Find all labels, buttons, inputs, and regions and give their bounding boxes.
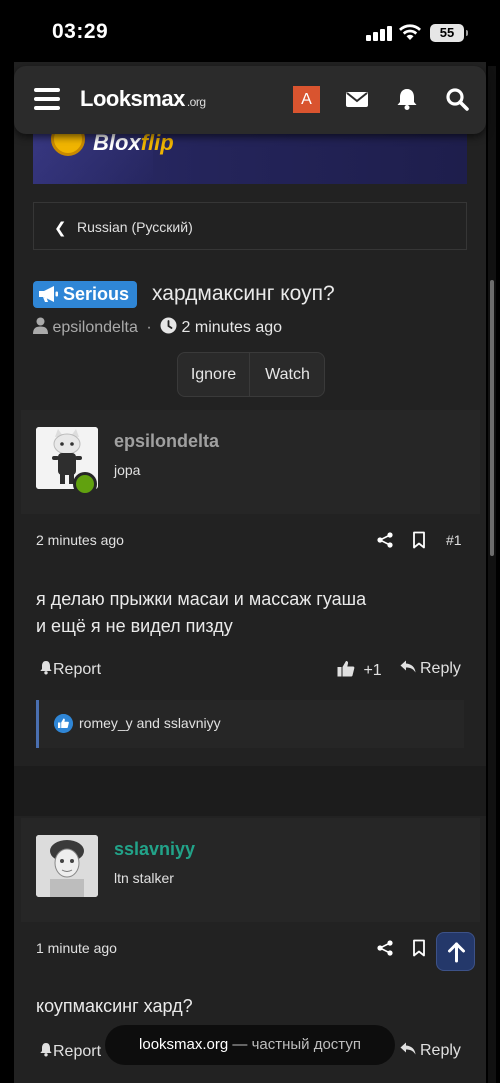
like-reaction-icon	[54, 714, 73, 733]
bell-icon	[40, 661, 52, 675]
top-navbar: Looksmax .org A	[14, 66, 486, 134]
post-body-line: и ещё я не видел пизду	[36, 616, 233, 636]
report-button[interactable]: Report	[39, 660, 101, 679]
account-avatar[interactable]: A	[293, 86, 320, 113]
logo-text: Looksmax	[80, 86, 185, 111]
scroll-to-top-button[interactable]	[436, 932, 475, 971]
thumbs-up-icon	[337, 661, 355, 677]
reactions-bar[interactable]: romey_y and sslavniyy	[36, 700, 464, 748]
bell-icon[interactable]	[394, 86, 420, 112]
logo-suffix: .org	[186, 95, 206, 109]
share-icon[interactable]	[377, 532, 393, 548]
battery-icon: 55	[430, 24, 468, 42]
menu-icon[interactable]	[34, 88, 60, 110]
reply-button[interactable]: Reply	[400, 660, 461, 678]
meta-separator: ·	[146, 319, 152, 336]
avatar[interactable]	[36, 835, 98, 897]
toast-site: looksmax.org	[139, 1036, 229, 1053]
post-username[interactable]: epsilondelta	[114, 431, 219, 452]
toast-message: — частный доступ	[232, 1036, 361, 1053]
page-title: хардмаксинг коуп?	[152, 282, 335, 305]
like-button[interactable]: +1	[337, 660, 382, 680]
post-username[interactable]: sslavniyy	[114, 839, 195, 860]
post-body-line: коупмаксинг хард?	[36, 996, 193, 1016]
arrow-up-icon	[448, 942, 465, 963]
site-toast: looksmax.org — частный доступ	[105, 1025, 395, 1065]
post-number[interactable]: #1	[446, 532, 462, 548]
wifi-icon	[399, 24, 421, 40]
user-icon	[33, 317, 48, 334]
prefix-label: Serious	[63, 284, 130, 304]
reply-label: Reply	[420, 1042, 461, 1059]
thread-action-buttons: Ignore Watch	[177, 352, 325, 397]
post-user-title: ltn stalker	[114, 870, 174, 886]
breadcrumb[interactable]: ❮ Russian (Русский)	[33, 202, 467, 250]
envelope-icon[interactable]	[344, 86, 370, 112]
bell-icon	[40, 1043, 52, 1057]
watch-button[interactable]: Watch	[250, 353, 324, 396]
post-time[interactable]: 2 minutes ago	[36, 532, 124, 548]
post-user-title: jopa	[114, 462, 141, 478]
report-label: Report	[53, 661, 102, 678]
reply-button[interactable]: Reply	[400, 1042, 461, 1060]
like-count: +1	[363, 662, 382, 679]
report-button[interactable]: Report	[39, 1042, 101, 1061]
site-logo[interactable]: Looksmax .org	[80, 86, 206, 112]
ignore-button[interactable]: Ignore	[178, 353, 250, 396]
online-status-indicator	[73, 472, 97, 496]
thread-meta: epsilondelta · 2 minutes ago	[33, 317, 282, 339]
ad-banner[interactable]: Bloxflip	[33, 134, 467, 184]
post-time[interactable]: 1 minute ago	[36, 940, 117, 956]
breadcrumb-label: Russian (Русский)	[77, 219, 193, 235]
megaphone-icon	[39, 286, 58, 302]
status-time: 03:29	[52, 20, 109, 43]
bookmark-icon[interactable]	[412, 939, 426, 957]
bookmark-icon[interactable]	[412, 531, 426, 549]
report-label: Report	[53, 1043, 102, 1060]
post-body: я делаю прыжки масаи и массаж гуаша и ещ…	[36, 586, 366, 640]
reply-icon	[400, 660, 416, 673]
thread-title-row: Serious хардмаксинг коуп?	[33, 281, 473, 311]
share-icon[interactable]	[377, 940, 393, 956]
reactions-users: romey_y and sslavniyy	[79, 715, 221, 731]
search-icon[interactable]	[444, 86, 470, 112]
reply-icon	[400, 1042, 416, 1055]
post-body: коупмаксинг хард?	[36, 993, 193, 1020]
clock-icon	[160, 317, 177, 334]
post-1: epsilondelta jopa 2 minutes ago #1 я дел…	[21, 410, 480, 766]
scrollbar-track[interactable]	[488, 66, 496, 1083]
user-photo-avatar	[36, 835, 98, 897]
thread-time[interactable]: 2 minutes ago	[182, 319, 283, 336]
banner-brand: Bloxflip	[93, 134, 174, 155]
status-bar: 03:29 55	[0, 0, 500, 66]
thread-author[interactable]: epsilondelta	[52, 319, 137, 336]
cellular-signal-icon	[366, 25, 392, 41]
post-separator	[14, 766, 486, 816]
scrollbar-thumb[interactable]	[490, 280, 494, 556]
post-body-line: я делаю прыжки масаи и массаж гуаша	[36, 589, 367, 609]
reply-label: Reply	[420, 660, 461, 677]
chevron-left-icon: ❮	[54, 220, 67, 237]
thread-prefix-badge[interactable]: Serious	[33, 281, 138, 308]
